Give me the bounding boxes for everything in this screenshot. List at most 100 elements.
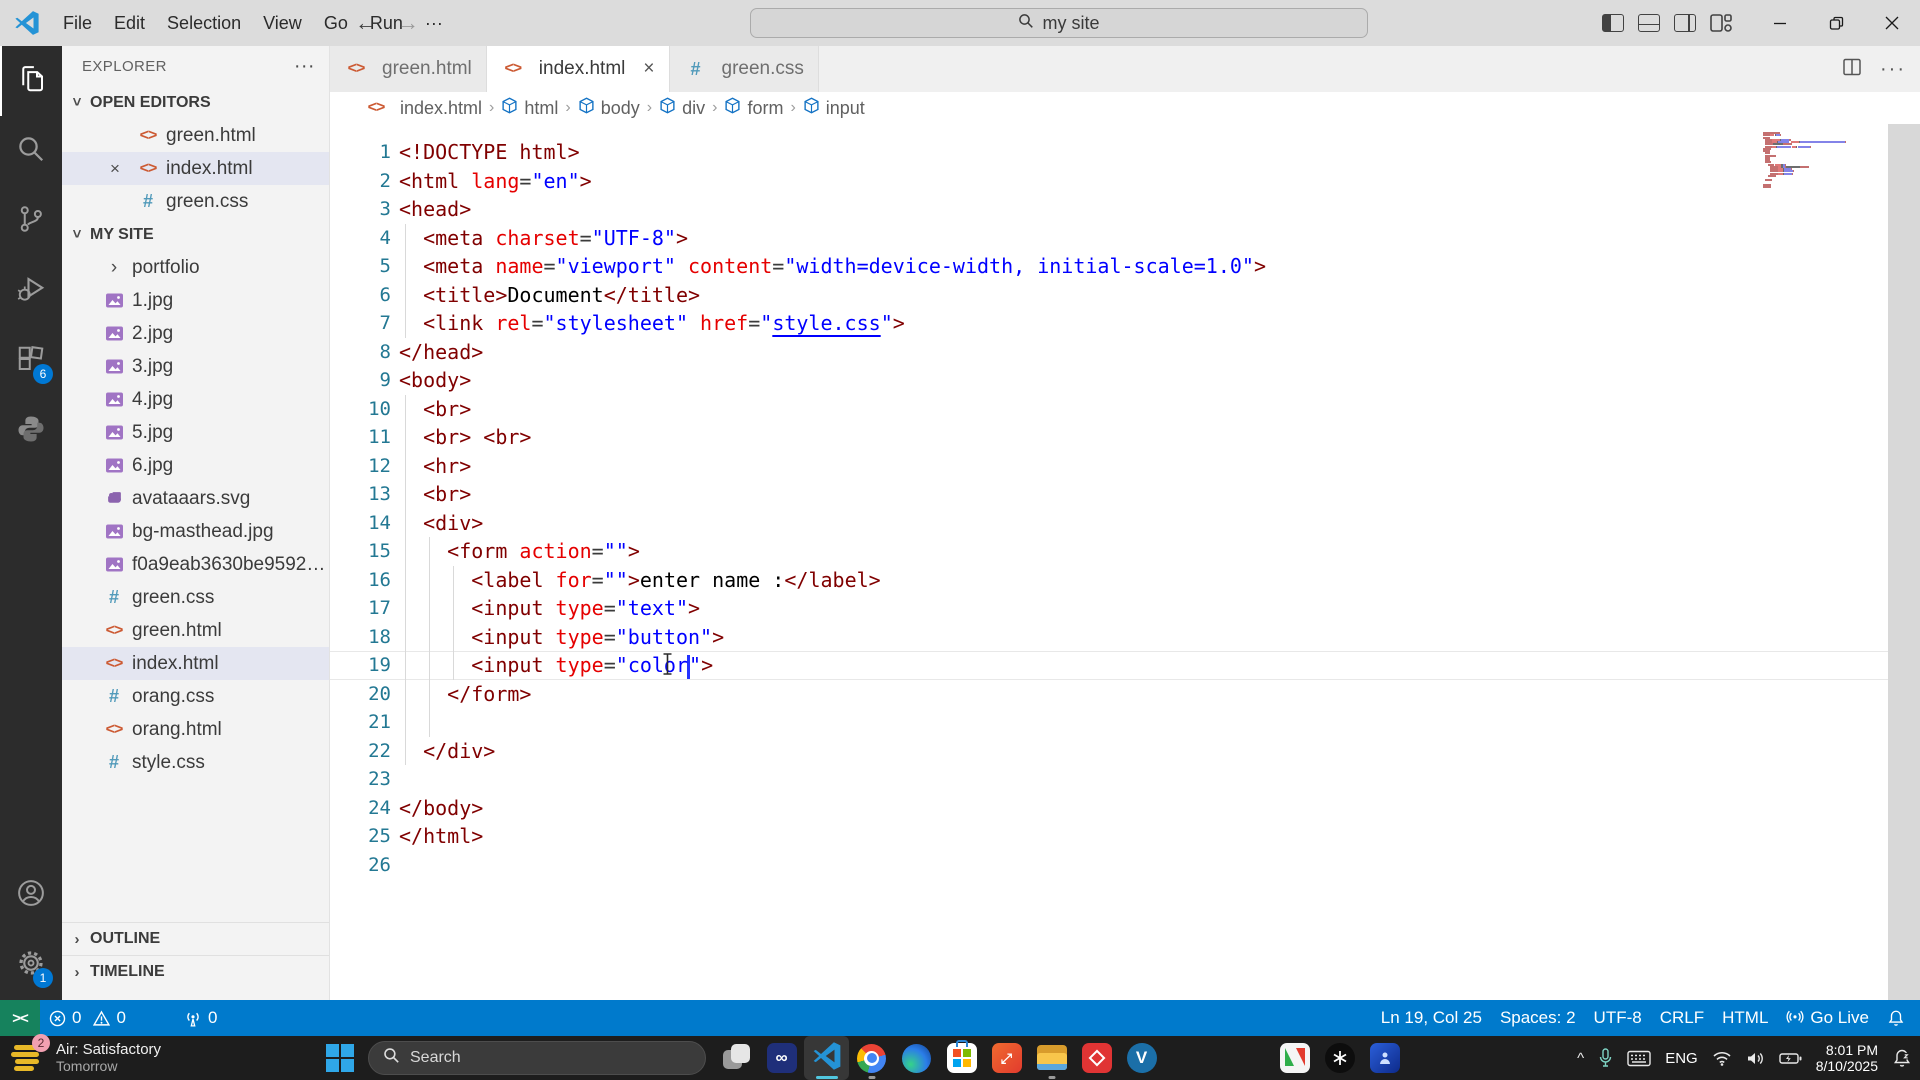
tab-index.html[interactable]: <> index.html × [486, 46, 670, 92]
code-line-19[interactable]: 19 <input type="color"> [330, 651, 1920, 680]
code-line-16[interactable]: 16 <label for="">enter name :</label> [330, 565, 1920, 594]
code-line-24[interactable]: 24 </body> [330, 794, 1920, 823]
taskbar-app-app-colorful[interactable] [1272, 1036, 1317, 1080]
touch-keyboard-icon[interactable] [1627, 1050, 1651, 1067]
tree-item-portfolio[interactable]: › portfolio [62, 251, 329, 284]
tree-item-index.html[interactable]: <> index.html [62, 647, 329, 680]
outline-section[interactable]: › OUTLINE [62, 922, 329, 955]
code-line-11[interactable]: 11 <br> <br> [330, 423, 1920, 452]
taskbar-app-app-red-media[interactable] [1074, 1036, 1119, 1080]
status-language-mode[interactable]: HTML [1713, 1000, 1777, 1036]
code-line-2[interactable]: 2 <html lang="en"> [330, 167, 1920, 196]
tree-item-orang.html[interactable]: <> orang.html [62, 713, 329, 746]
code-line-21[interactable]: 21 [330, 708, 1920, 737]
code-line-20[interactable]: 20 </form> [330, 679, 1920, 708]
minimap[interactable] [1763, 132, 1875, 191]
status-eol[interactable]: CRLF [1651, 1000, 1713, 1036]
code-line-25[interactable]: 25 </html> [330, 822, 1920, 851]
code-line-14[interactable]: 14 <div> [330, 508, 1920, 537]
code-editor[interactable]: 1 <!DOCTYPE html> 2 <html lang="en"> 3 <head>… [330, 124, 1920, 1000]
minimize-button[interactable] [1752, 0, 1808, 46]
code-line-18[interactable]: 18 <input type="button"> [330, 622, 1920, 651]
tree-item-6.jpg[interactable]: 6.jpg [62, 449, 329, 482]
menu-file[interactable]: File [52, 9, 103, 38]
ports-status[interactable]: 0 [175, 1000, 226, 1036]
breadcrumb-input[interactable]: input [803, 97, 865, 119]
notification-bell-silent-icon[interactable] [1892, 1048, 1912, 1068]
activity-accounts[interactable] [0, 860, 62, 930]
editor-scrollbar[interactable] [1888, 124, 1920, 1000]
code-line-15[interactable]: 15 <form action=""> [330, 537, 1920, 566]
taskbar-app-chatgpt[interactable] [1317, 1036, 1362, 1080]
breadcrumb-form[interactable]: form [724, 97, 783, 119]
tree-item-f0a9eab3630be95922...[interactable]: f0a9eab3630be95922... [62, 548, 329, 581]
code-line-6[interactable]: 6 <title>Document</title> [330, 280, 1920, 309]
command-center-search[interactable]: my site [750, 8, 1368, 38]
code-line-13[interactable]: 13 <br> [330, 480, 1920, 509]
tree-item-bgmasthead.jpg[interactable]: bg-masthead.jpg [62, 515, 329, 548]
code-line-12[interactable]: 12 <hr> [330, 451, 1920, 480]
open-editor-index.html[interactable]: × <> index.html [62, 152, 329, 185]
activity-settings[interactable]: 1 [0, 930, 62, 1000]
taskbar-app-app-blue-v[interactable]: V [1119, 1036, 1164, 1080]
status-encoding[interactable]: UTF-8 [1585, 1000, 1651, 1036]
status-go-live[interactable]: Go Live [1777, 1000, 1878, 1036]
timeline-section[interactable]: › TIMELINE [62, 955, 329, 988]
tree-item-4.jpg[interactable]: 4.jpg [62, 383, 329, 416]
open-editor-green.html[interactable]: <> green.html [62, 119, 329, 152]
breadcrumb-index.html[interactable]: <> index.html [364, 98, 482, 119]
tree-item-orang.css[interactable]: # orang.css [62, 680, 329, 713]
workspace-folder-section[interactable]: ˅ MY SITE [62, 218, 329, 251]
explorer-more-actions-icon[interactable]: ··· [294, 55, 315, 78]
activity-explorer[interactable] [0, 46, 62, 116]
volume-icon[interactable] [1746, 1050, 1765, 1067]
tray-clock[interactable]: 8:01 PM 8/10/2025 [1816, 1042, 1878, 1074]
tree-item-3.jpg[interactable]: 3.jpg [62, 350, 329, 383]
code-line-10[interactable]: 10 <br> [330, 394, 1920, 423]
activity-source-control[interactable] [0, 186, 62, 256]
language-indicator[interactable]: ENG [1665, 1050, 1698, 1067]
battery-icon[interactable] [1779, 1052, 1802, 1065]
close-icon[interactable]: × [110, 159, 136, 179]
toggle-secondary-sidebar-icon[interactable] [1674, 14, 1696, 32]
remote-indicator[interactable]: >< [0, 1000, 40, 1036]
microphone-icon[interactable] [1598, 1048, 1613, 1068]
status-cursor-position[interactable]: Ln 19, Col 25 [1372, 1000, 1491, 1036]
nav-back-button[interactable]: ← [352, 10, 380, 36]
open-editors-section[interactable]: ˅ OPEN EDITORS [62, 86, 329, 119]
tab-green.html[interactable]: <> green.html [330, 46, 487, 92]
taskbar-app-vscode[interactable] [804, 1036, 849, 1080]
restore-button[interactable] [1808, 0, 1864, 46]
problems-status[interactable]: 0 0 [40, 1000, 135, 1036]
split-editor-icon[interactable] [1842, 57, 1862, 82]
code-line-17[interactable]: 17 <input type="text"> [330, 594, 1920, 623]
windows-start-button[interactable] [325, 1043, 355, 1073]
tree-item-5.jpg[interactable]: 5.jpg [62, 416, 329, 449]
close-icon[interactable]: × [643, 58, 654, 80]
menu-edit[interactable]: Edit [103, 9, 156, 38]
weather-widget[interactable]: 2 Air: Satisfactory Tomorrow [10, 1034, 161, 1075]
code-line-3[interactable]: 3 <head> [330, 195, 1920, 224]
taskbar-app-app-red-arrows[interactable]: ⤢ [984, 1036, 1029, 1080]
menu-view[interactable]: View [252, 9, 313, 38]
tree-item-style.css[interactable]: # style.css [62, 746, 329, 779]
tree-item-2.jpg[interactable]: 2.jpg [62, 317, 329, 350]
code-line-5[interactable]: 5 <meta name="viewport" content="width=d… [330, 252, 1920, 281]
more-actions-icon[interactable]: ··· [1880, 58, 1906, 81]
taskbar-app-app-blue-ai[interactable] [1362, 1036, 1407, 1080]
tree-item-avataaars.svg[interactable]: avataaars.svg [62, 482, 329, 515]
toggle-panel-icon[interactable] [1638, 14, 1660, 32]
activity-python[interactable] [0, 396, 62, 466]
tree-item-1.jpg[interactable]: 1.jpg [62, 284, 329, 317]
tree-item-green.html[interactable]: <> green.html [62, 614, 329, 647]
nav-forward-button[interactable]: → [394, 10, 422, 36]
tab-green.css[interactable]: # green.css [669, 46, 819, 92]
taskbar-app-visual-studio[interactable]: ∞ [759, 1036, 804, 1080]
taskbar-search[interactable]: Search [368, 1041, 706, 1075]
open-editor-green.css[interactable]: # green.css [62, 185, 329, 218]
menu-selection[interactable]: Selection [156, 9, 252, 38]
tray-chevron-up-icon[interactable]: ^ [1577, 1050, 1584, 1067]
code-line-8[interactable]: 8 </head> [330, 338, 1920, 367]
customize-layout-icon[interactable] [1710, 14, 1732, 32]
code-line-1[interactable]: 1 <!DOCTYPE html> [330, 138, 1920, 167]
